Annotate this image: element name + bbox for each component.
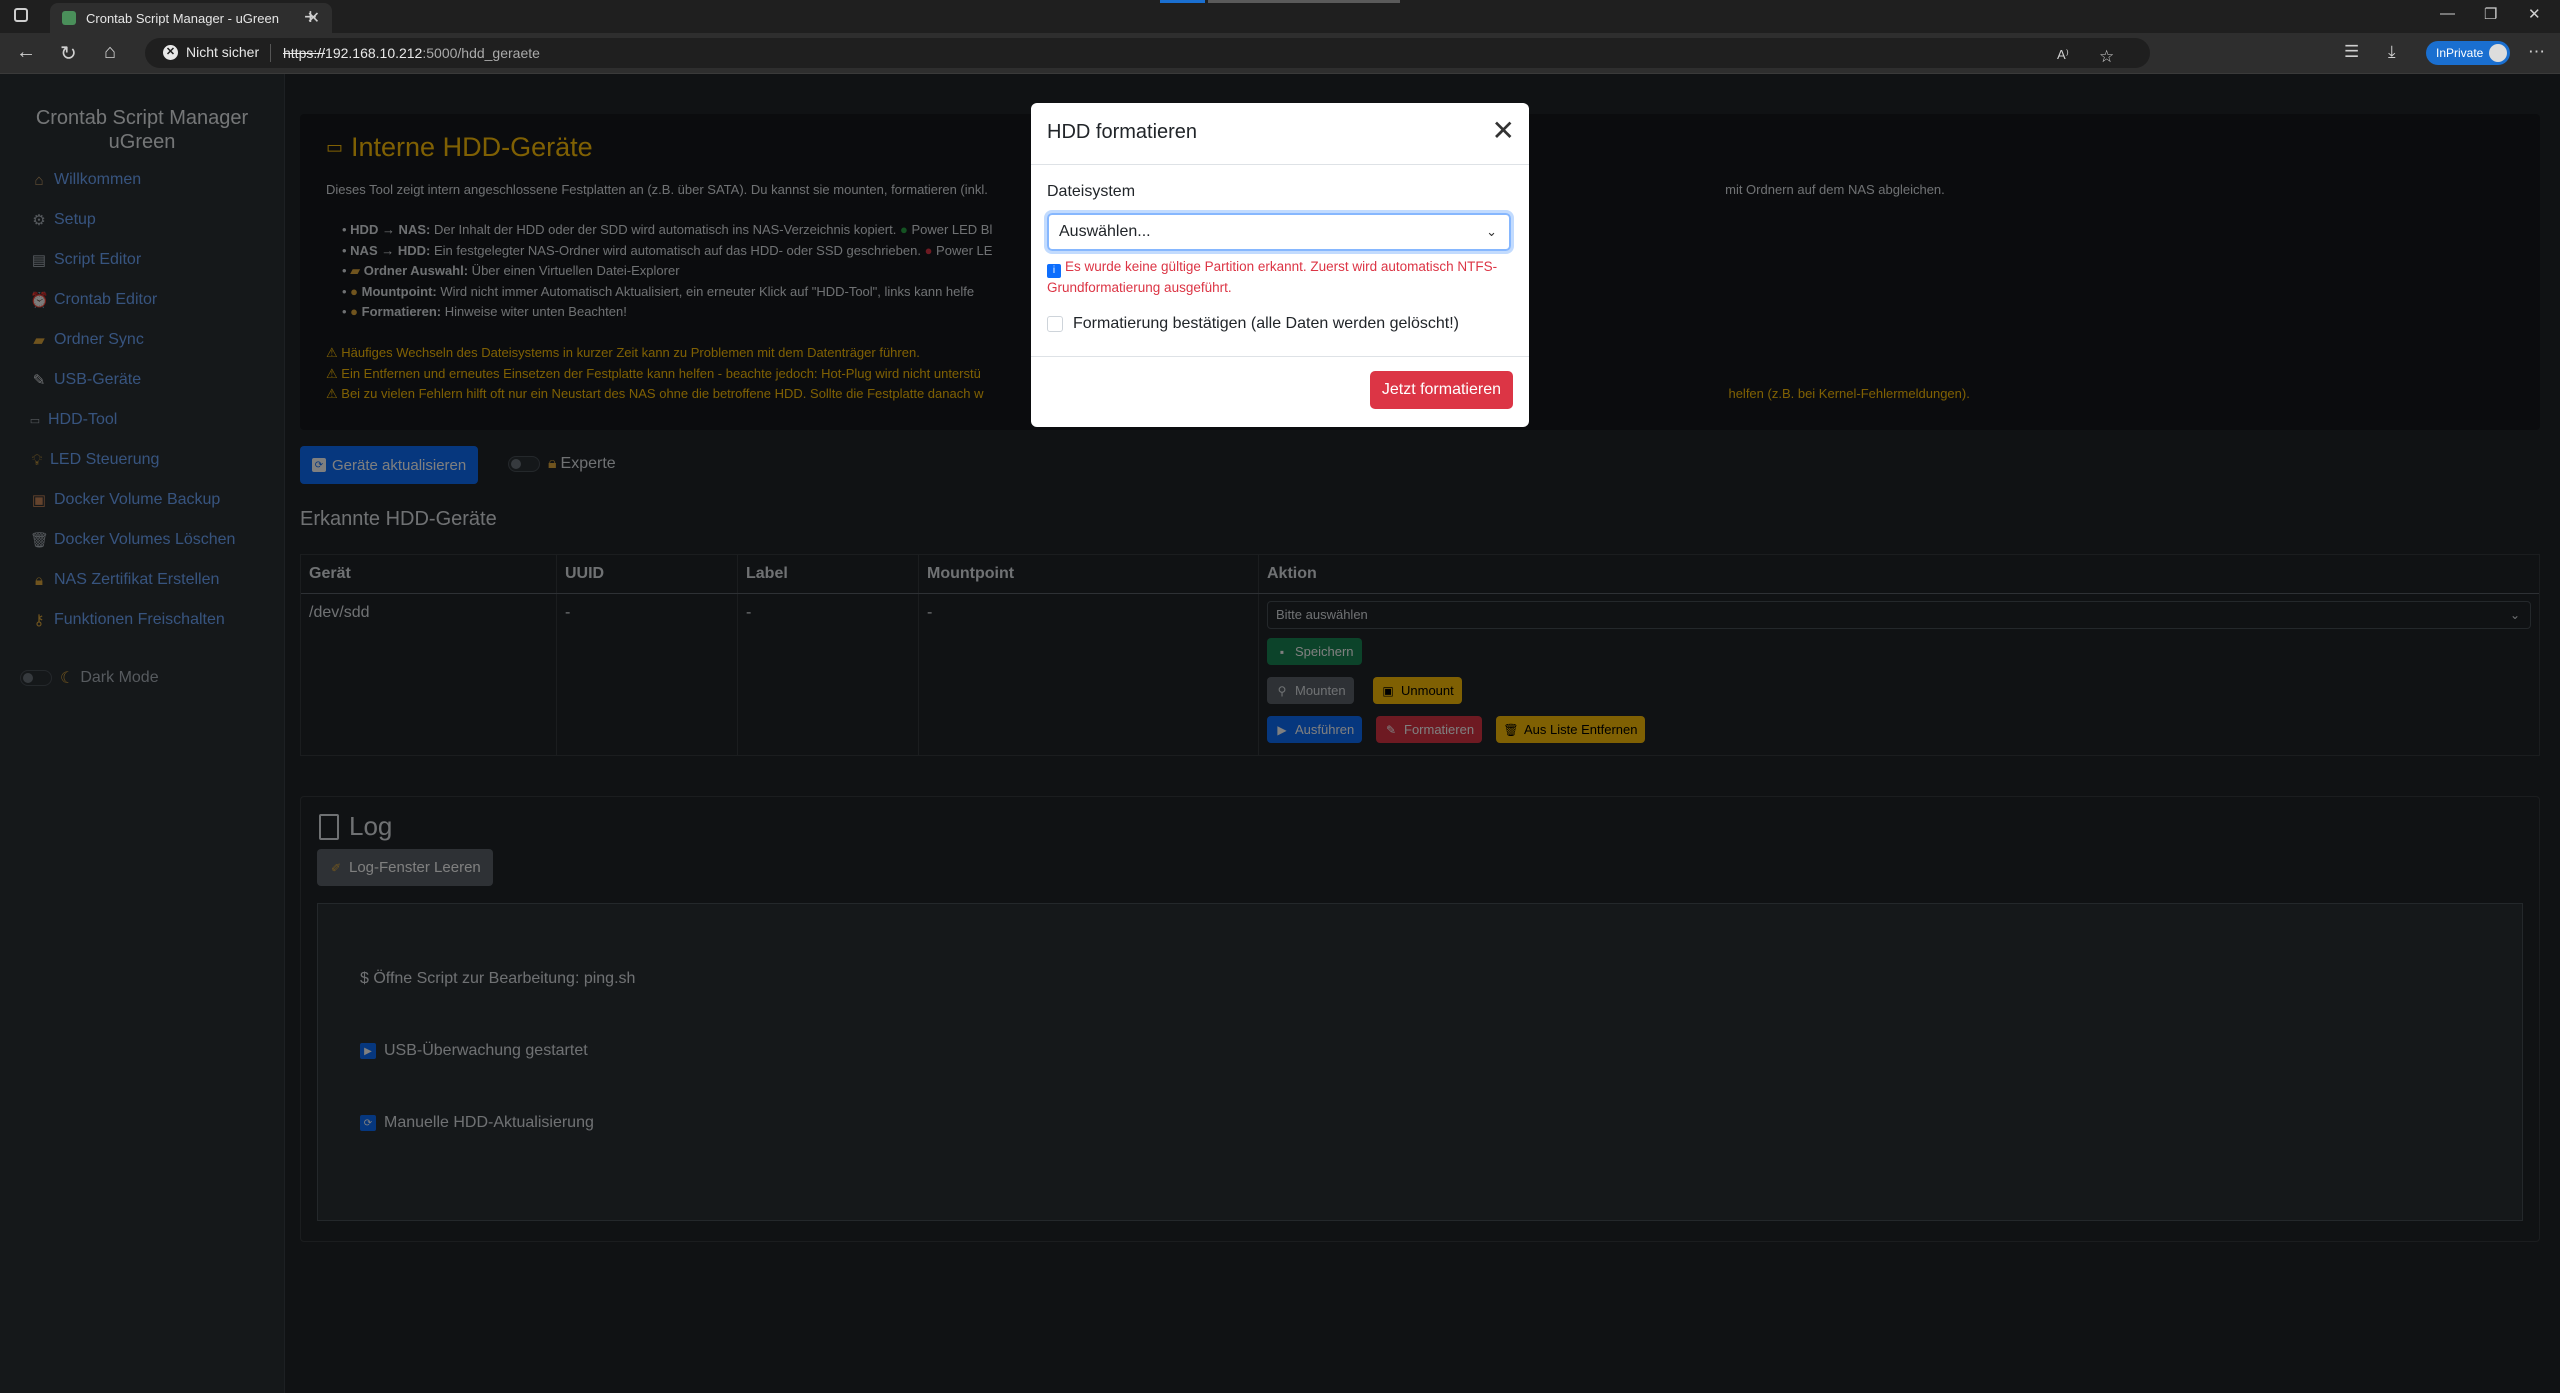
read-aloud-icon[interactable]: A⁾ [2057, 47, 2069, 63]
confirm-format-label: Formatierung bestätigen (alle Daten werd… [1073, 315, 1459, 332]
inprivate-badge[interactable]: InPrivate [2426, 41, 2510, 65]
partition-warning: i Es wurde keine gültige Partition erkann… [1047, 257, 1517, 298]
window-indicator [1160, 0, 1205, 3]
partition-warning-text: Es wurde keine gültige Partition erkannt… [1047, 259, 1498, 295]
more-menu-icon[interactable]: ⋯ [2528, 42, 2545, 62]
filesystem-label: Dateisystem [1047, 183, 1136, 200]
back-icon[interactable]: ← [16, 41, 36, 64]
address-bar: ← ↻ ⌂ ✕ Nicht sicher https://192.168.10.… [0, 33, 2560, 74]
security-indicator[interactable]: ✕ Nicht sicher [163, 44, 259, 60]
url-separator [270, 44, 271, 62]
url-text: https://192.168.10.212:5000/hdd_geraete [283, 45, 540, 61]
url-host: 192.168.10.212 [325, 45, 423, 61]
browser-tab[interactable]: Crontab Script Manager - uGreen ✕ [50, 3, 332, 33]
modal-header: HDD formatieren ✕ [1031, 103, 1529, 165]
info-icon: i [1047, 264, 1061, 278]
close-window-icon[interactable]: ✕ [2528, 5, 2541, 23]
url-path: :5000/hdd_geraete [422, 45, 540, 61]
modal-footer-divider [1031, 356, 1529, 357]
checkbox[interactable] [1047, 316, 1063, 332]
favicon-icon [62, 11, 76, 25]
not-secure-icon: ✕ [163, 44, 178, 60]
url-scheme: https:// [283, 45, 326, 61]
chevron-down-icon: ⌄ [1486, 224, 1497, 239]
home-icon[interactable]: ⌂ [104, 41, 116, 64]
browser-tab-bar: Crontab Script Manager - uGreen ✕ + — ❐ … [0, 0, 2560, 33]
tab-actions-icon[interactable] [14, 8, 28, 22]
security-label: Nicht sicher [186, 44, 260, 60]
modal-title: HDD formatieren [1047, 121, 1198, 143]
close-icon[interactable]: ✕ [1492, 117, 1515, 145]
new-tab-icon[interactable]: + [304, 4, 317, 30]
restore-icon[interactable]: ❐ [2484, 5, 2497, 23]
format-modal: HDD formatieren ✕ Dateisystem Auswählen.… [1031, 103, 1529, 427]
minimize-icon[interactable]: — [2440, 5, 2455, 22]
tab-title: Crontab Script Manager - uGreen [86, 10, 279, 26]
favorites-icon[interactable]: ☰ [2344, 42, 2359, 62]
inprivate-label: InPrivate [2436, 46, 2484, 60]
filesystem-select[interactable]: Auswählen... ⌄ [1047, 213, 1511, 251]
favorite-star-icon[interactable]: ☆ [2099, 47, 2114, 67]
confirm-format-checkbox[interactable]: Formatierung bestätigen (alle Daten werd… [1047, 315, 1459, 333]
download-icon[interactable]: ⤓ [2388, 42, 2396, 62]
format-now-button[interactable]: Jetzt formatieren [1369, 371, 1513, 409]
avatar [2489, 44, 2507, 62]
reload-icon[interactable]: ↻ [60, 41, 77, 66]
window-indicator [1208, 0, 1400, 3]
url-field[interactable]: ✕ Nicht sicher https://192.168.10.212:50… [145, 38, 2150, 68]
filesystem-select-value: Auswählen... [1059, 223, 1151, 240]
